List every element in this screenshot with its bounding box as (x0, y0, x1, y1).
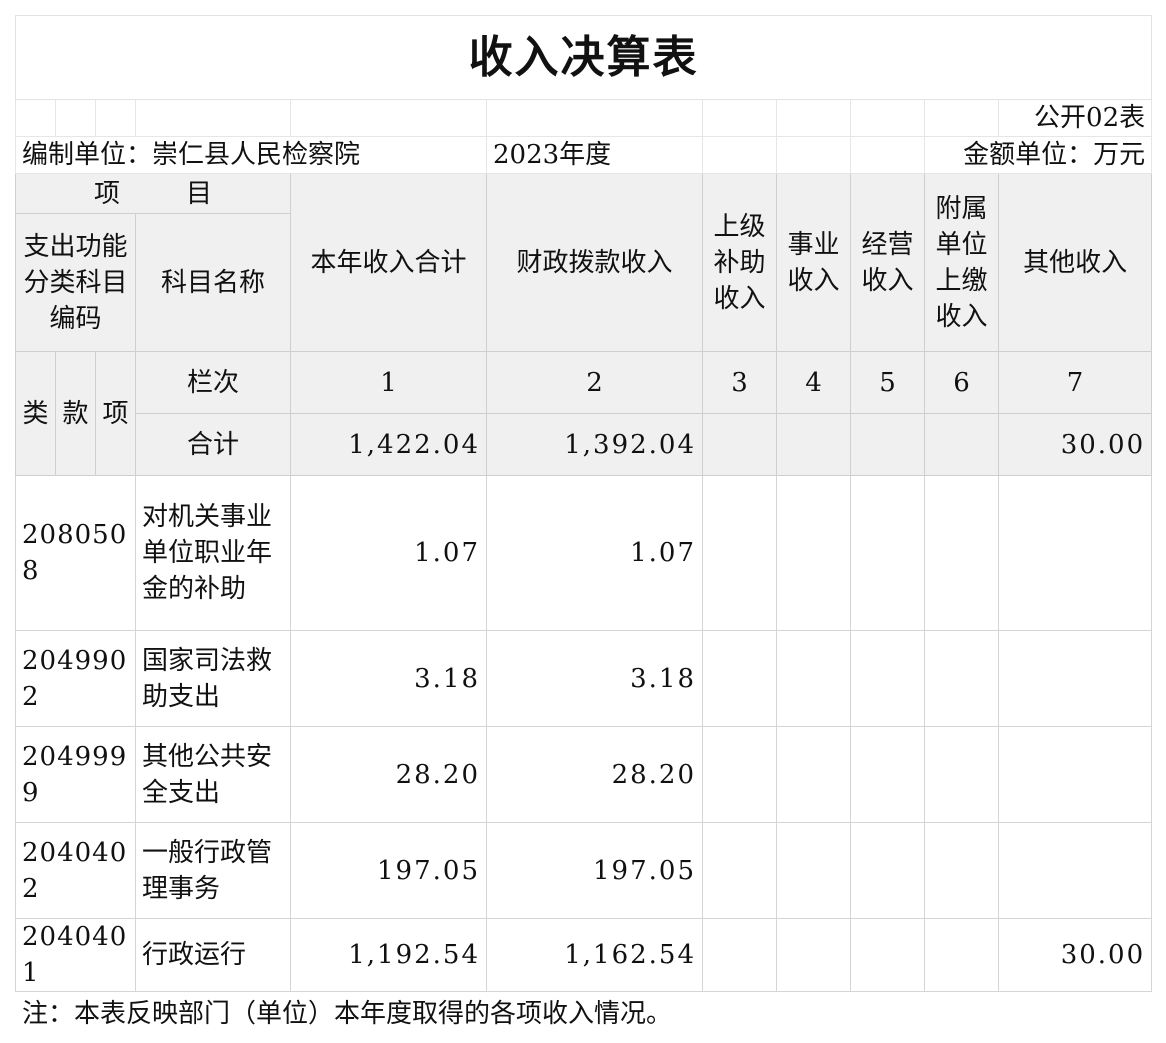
col-affiliated-header: 附属单位上缴收入 (924, 173, 999, 352)
item-header: 项 目 (15, 173, 291, 214)
table-row: 2040402 一般行政管理事务 197.05 197.05 (15, 822, 1153, 919)
col-superior-header: 上级补助收入 (702, 173, 777, 352)
col-operating-header: 经营收入 (850, 173, 925, 352)
lei-header: 类 (15, 351, 56, 476)
income-fiscal: 28.20 (486, 726, 703, 823)
subject-name: 对机关事业单位职业年金的补助 (135, 475, 291, 631)
amount-unit: 金额单位：万元 (923, 136, 1153, 174)
income-table: 收入决算表 公开02表 编制单位：崇仁县人民检察院 2023年度 金额单位：万元… (14, 15, 1153, 992)
xiang-header: 项 (95, 351, 136, 476)
page-title: 收入决算表 (14, 15, 1153, 100)
subject-name: 行政运行 (135, 918, 291, 992)
col-number: 2 (486, 351, 703, 414)
col-number: 4 (776, 351, 851, 414)
col-other-header: 其他收入 (997, 173, 1153, 352)
subject-name-header: 科目名称 (135, 213, 291, 352)
table-row: 2049999 其他公共安全支出 28.20 28.20 (15, 726, 1153, 823)
reporting-unit: 编制单位：崇仁县人民检察院 (15, 136, 487, 174)
income-fiscal: 1.07 (486, 475, 703, 631)
col-number: 6 (924, 351, 999, 414)
income-total: 197.05 (290, 822, 487, 919)
income-total: 3.18 (290, 630, 487, 727)
function-code: 2049902 (15, 630, 136, 727)
col-total-header: 本年收入合计 (290, 173, 487, 352)
total-label: 合计 (135, 413, 291, 476)
income-total: 28.20 (290, 726, 487, 823)
income-fiscal: 197.05 (486, 822, 703, 919)
subject-name: 国家司法救助支出 (135, 630, 291, 727)
income-other (997, 726, 1153, 823)
income-total: 1,192.54 (290, 918, 487, 992)
total-fiscal: 1,392.04 (486, 413, 703, 476)
table-row: 2049902 国家司法救助支出 3.18 3.18 (15, 630, 1153, 727)
row-index-label: 栏次 (135, 351, 291, 414)
function-code: 2040402 (15, 822, 136, 919)
income-other (997, 630, 1153, 727)
function-code-header: 支出功能分类科目编码 (15, 213, 136, 352)
subject-name: 一般行政管理事务 (135, 822, 291, 919)
col-number: 7 (997, 351, 1153, 414)
table-row: 2080508 对机关事业单位职业年金的补助 1.07 1.07 (15, 475, 1153, 631)
table-footnote: 注：本表反映部门（单位）本年度取得的各项收入情况。 (22, 999, 673, 1029)
income-total: 1.07 (290, 475, 487, 631)
function-code: 2080508 (15, 475, 136, 631)
income-other (997, 475, 1153, 631)
income-statement-sheet: 收入决算表 公开02表 编制单位：崇仁县人民检察院 2023年度 金额单位：万元… (14, 15, 1153, 992)
table-number: 公开02表 (997, 99, 1153, 137)
total-row: 合计 1,422.04 1,392.04 30.00 (16, 413, 1153, 476)
income-fiscal: 3.18 (486, 630, 703, 727)
col-number: 5 (850, 351, 925, 414)
total-income: 1,422.04 (290, 413, 487, 476)
fiscal-year: 2023年度 (486, 136, 703, 174)
total-other: 30.00 (997, 413, 1153, 476)
function-code: 2040401 (15, 918, 136, 992)
income-fiscal: 1,162.54 (486, 918, 703, 992)
subject-name: 其他公共安全支出 (135, 726, 291, 823)
income-other: 30.00 (997, 918, 1153, 992)
kuan-header: 款 (55, 351, 96, 476)
col-fiscal-header: 财政拨款收入 (486, 173, 703, 352)
function-code: 2049999 (15, 726, 136, 823)
col-number: 3 (702, 351, 777, 414)
table-row: 2040401 行政运行 1,192.54 1,162.54 30.00 (15, 918, 1153, 992)
col-number: 1 (290, 351, 487, 414)
col-business-header: 事业收入 (776, 173, 851, 352)
income-other (997, 822, 1153, 919)
